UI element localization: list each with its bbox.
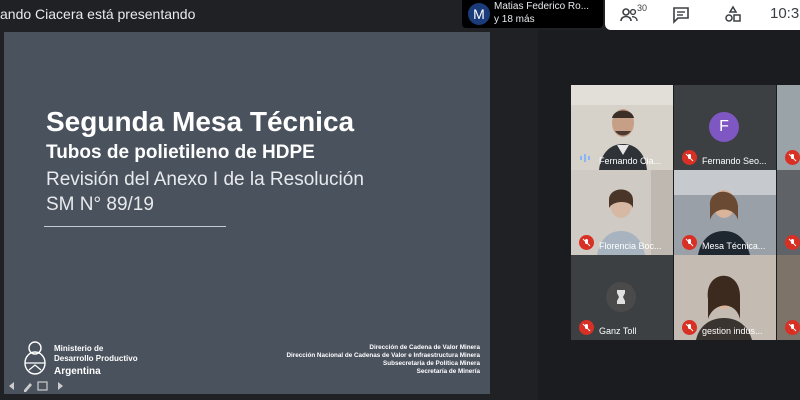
credit-line: Subsecretaría de Política Minera [383, 360, 480, 367]
muted-mic-icon [785, 235, 800, 250]
participant-tile-partial[interactable] [777, 170, 800, 255]
country-label: Argentina [54, 366, 101, 377]
participant-tile[interactable]: Ganz Toll [571, 255, 673, 340]
credit-line: Secretaría de Minería [416, 368, 480, 375]
active-speaker-chip[interactable]: M Matias Federico Ro... y 18 más [462, 0, 603, 28]
divider [490, 30, 538, 400]
pen-icon [24, 383, 32, 392]
participant-count: 30 [637, 3, 648, 13]
muted-mic-icon [579, 320, 594, 335]
participant-tile[interactable]: Florencia Boc... [571, 170, 673, 255]
participant-avatar: F [709, 112, 739, 142]
people-icon [620, 8, 638, 22]
credit-line: Dirección Nacional de Cadenas de Valor e… [286, 352, 480, 359]
next-slide-icon [58, 382, 63, 390]
slide-line-4: SM N° 89/19 [46, 194, 154, 215]
presentation-slide: Segunda Mesa Técnica Tubos de polietilen… [4, 32, 490, 394]
shapes-icon [725, 5, 741, 22]
muted-mic-icon [682, 235, 697, 250]
muted-mic-icon [579, 235, 594, 250]
participant-avatar [606, 282, 636, 312]
participant-tile-partial[interactable] [777, 255, 800, 340]
speaker-more-count: y 18 más [494, 14, 535, 25]
clock: 10:35 [770, 5, 800, 22]
participant-tile[interactable]: Fernando Cia... [571, 85, 673, 170]
presenting-label: ando Ciacera está presentando [0, 6, 196, 22]
participant-name: Ganz Toll [599, 326, 637, 336]
speaker-name: Matias Federico Ro... [494, 1, 590, 12]
chat-icon [673, 7, 689, 24]
credit-line: Dirección de Cadena de Valor Minera [369, 344, 480, 351]
participant-tile[interactable]: Mesa Técnica... [674, 170, 776, 255]
slide-navigation[interactable] [8, 380, 64, 392]
participant-name: Fernando Cia... [599, 156, 662, 166]
menu-icon [37, 381, 48, 391]
ministry-line-2: Desarrollo Productivo [54, 354, 138, 363]
slide-line-3: Revisión del Anexo I de la Resolución [46, 169, 364, 190]
muted-mic-icon [785, 320, 800, 335]
muted-mic-icon [682, 320, 697, 335]
prev-slide-icon [9, 382, 14, 390]
people-button[interactable] [620, 5, 638, 25]
slide-divider [44, 226, 226, 227]
participant-name: Mesa Técnica... [702, 241, 766, 251]
ministry-line-1: Ministerio de [54, 344, 104, 353]
chat-button[interactable] [672, 5, 690, 25]
argentina-emblem-icon [24, 341, 46, 375]
activities-button[interactable] [724, 5, 742, 25]
speaker-avatar: M [468, 3, 490, 25]
participant-tile[interactable]: gestion indus... [674, 255, 776, 340]
slide-title: Segunda Mesa Técnica [46, 106, 355, 137]
muted-mic-icon [785, 150, 800, 165]
audio-level-icon [580, 154, 590, 162]
participant-name: Florencia Boc... [599, 241, 662, 251]
participant-name: gestion indus... [702, 326, 763, 336]
top-bar: ando Ciacera está presentando M Matias F… [0, 0, 800, 30]
participant-name: Fernando Seo... [702, 156, 767, 166]
participant-tile-partial[interactable] [777, 85, 800, 170]
slide-subtitle: Tubos de polietileno de HDPE [46, 142, 315, 163]
participant-tile[interactable]: F Fernando Seo... [674, 85, 776, 170]
muted-mic-icon [682, 150, 697, 165]
